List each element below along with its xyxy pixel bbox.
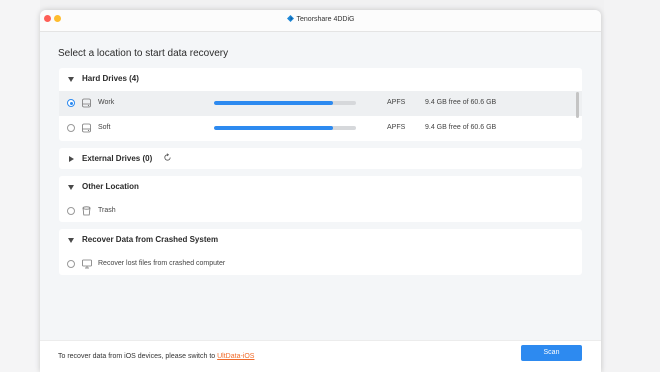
footer-text: To recover data from iOS devices, please… — [58, 353, 254, 360]
window-title: Tenorshare 4DDiG — [40, 15, 601, 23]
drive-usage-fill — [214, 101, 334, 105]
other-location-header[interactable]: Other Location — [59, 176, 582, 199]
title-bar: Tenorshare 4DDiG — [40, 10, 601, 32]
drive-label: Soft — [98, 124, 111, 131]
drive-row-soft[interactable]: Soft APFS 9.4 GB free of 60.6 GB — [59, 116, 582, 141]
crashed-system-panel: Recover Data from Crashed System Recover… — [59, 229, 582, 275]
hard-drive-icon — [82, 98, 91, 108]
drive-label: Work — [98, 99, 115, 106]
drive-filesystem: APFS — [387, 99, 406, 106]
drive-radio-work[interactable] — [67, 99, 75, 107]
trash-radio[interactable] — [67, 207, 75, 215]
app-window: Tenorshare 4DDiG Select a location to st… — [40, 10, 601, 372]
external-drives-header[interactable]: External Drives (0) — [59, 148, 582, 171]
hard-drives-title: Hard Drives (4) — [82, 74, 139, 83]
drive-radio-soft[interactable] — [67, 124, 75, 132]
footer-bar: To recover data from iOS devices, please… — [40, 340, 601, 372]
other-location-panel: Other Location Trash — [59, 176, 582, 222]
page-heading: Select a location to start data recovery — [58, 48, 229, 59]
drive-row-work[interactable]: Work APFS 9.4 GB free of 60.6 GB — [59, 91, 582, 116]
crashed-computer-label: Recover lost files from crashed computer — [98, 260, 226, 267]
other-location-title: Other Location — [82, 182, 139, 191]
crashed-system-title: Recover Data from Crashed System — [82, 235, 219, 244]
list-scrollbar[interactable] — [576, 92, 579, 118]
expand-triangle-icon — [69, 156, 74, 162]
trash-label: Trash — [98, 207, 116, 214]
collapse-triangle-icon — [68, 238, 74, 243]
trash-row[interactable]: Trash — [59, 199, 582, 224]
external-drives-title: External Drives (0) — [82, 154, 153, 163]
collapse-triangle-icon — [68, 185, 74, 190]
ultdata-ios-link[interactable]: UltData-iOS — [217, 353, 254, 360]
drive-free-space: 9.4 GB free of 60.6 GB — [425, 99, 497, 106]
crashed-computer-row[interactable]: Recover lost files from crashed computer — [59, 252, 582, 277]
scan-button[interactable]: Scan — [521, 345, 582, 361]
drive-usage-bar — [214, 101, 356, 105]
drive-usage-fill — [214, 126, 334, 130]
app-logo-icon — [286, 15, 294, 22]
computer-icon — [82, 259, 92, 269]
crashed-computer-radio[interactable] — [67, 260, 75, 268]
footer-message: To recover data from iOS devices, please… — [58, 353, 218, 360]
drive-usage-bar — [214, 126, 356, 130]
hard-drive-icon — [82, 123, 91, 133]
drive-filesystem: APFS — [387, 124, 406, 131]
trash-icon — [82, 206, 91, 216]
external-drives-panel: External Drives (0) — [59, 148, 582, 169]
desktop-right — [604, 0, 660, 372]
drive-free-space: 9.4 GB free of 60.6 GB — [425, 124, 497, 131]
hard-drives-header[interactable]: Hard Drives (4) — [59, 68, 582, 91]
collapse-triangle-icon — [68, 77, 74, 82]
crashed-system-header[interactable]: Recover Data from Crashed System — [59, 229, 582, 252]
refresh-icon[interactable] — [163, 153, 172, 162]
desktop-left — [0, 0, 40, 372]
window-title-text: Tenorshare 4DDiG — [296, 16, 355, 23]
hard-drives-panel: Hard Drives (4) Work APFS 9.4 GB free of… — [59, 68, 582, 141]
